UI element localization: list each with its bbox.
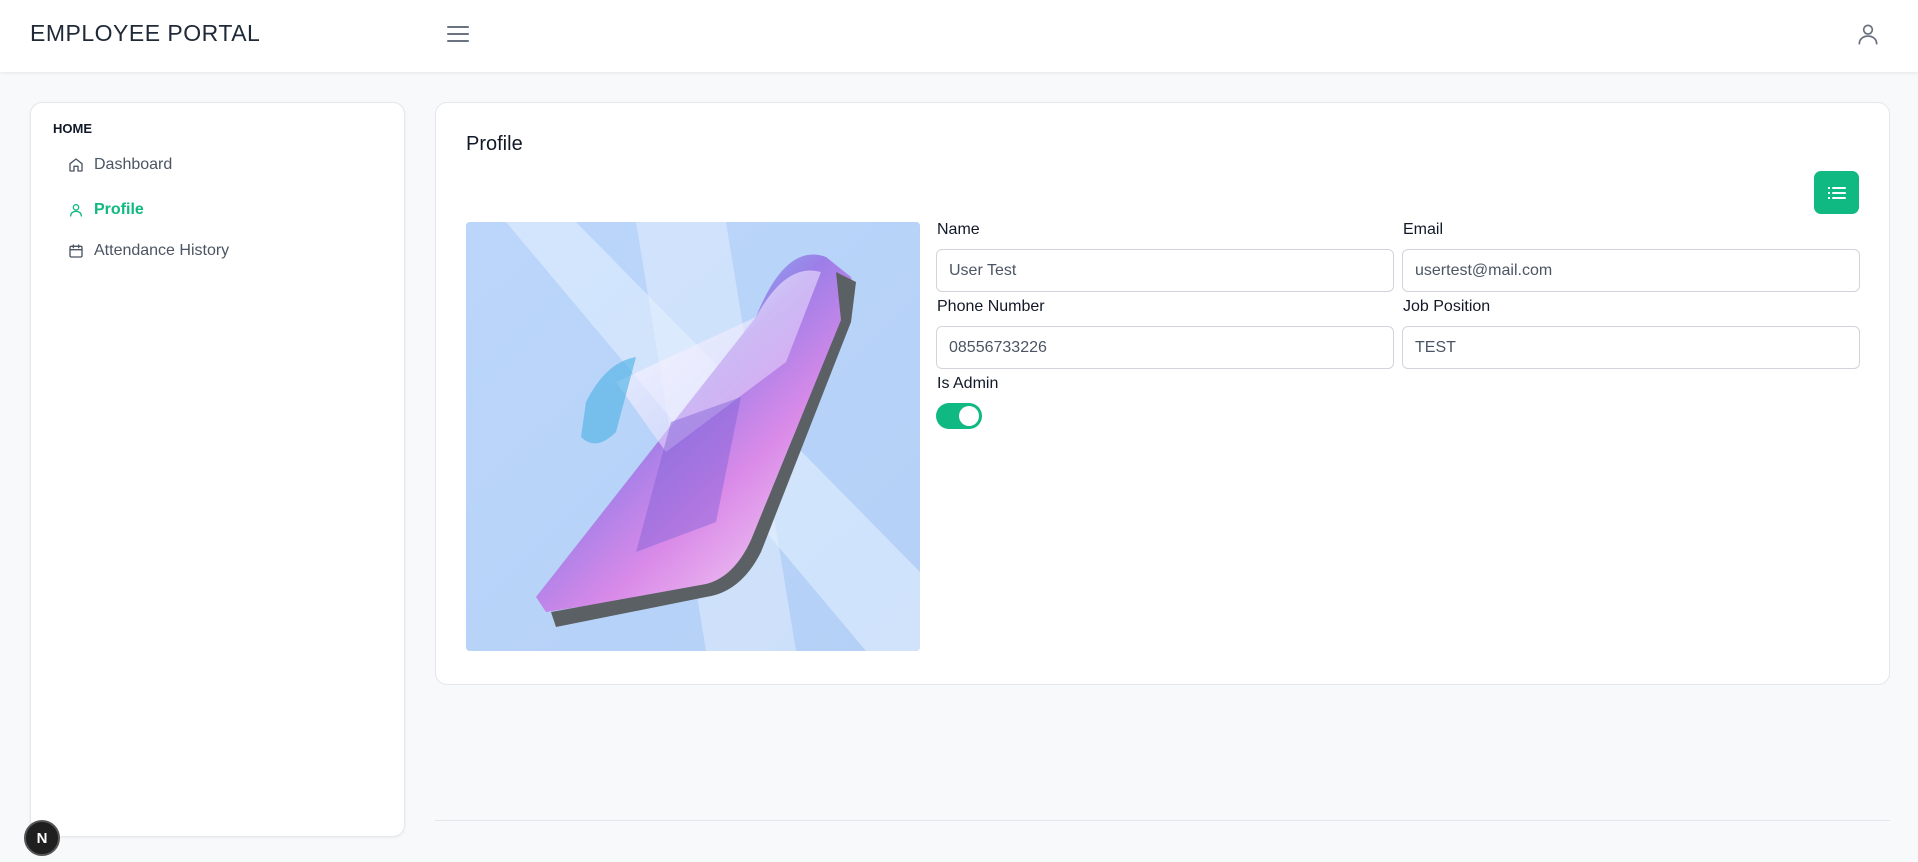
sidebar-item-attendance-history[interactable]: Attendance History xyxy=(68,236,229,266)
calendar-icon xyxy=(68,243,84,259)
toggle-knob xyxy=(959,406,979,426)
list-icon xyxy=(1827,186,1846,199)
user-icon xyxy=(1858,24,1878,45)
menu-toggle-button[interactable] xyxy=(442,20,474,48)
phone-label: Phone Number xyxy=(937,298,1045,315)
page-title: Profile xyxy=(466,133,523,155)
sidebar-section-home: HOME xyxy=(53,121,92,136)
profile-card: Profile Name User Test Email usertest@ma… xyxy=(435,102,1890,685)
name-field[interactable]: User Test xyxy=(936,249,1394,292)
hamburger-icon xyxy=(447,26,469,42)
sidebar: HOME Dashboard Profile Attendance Histor… xyxy=(30,102,405,837)
sidebar-item-label: Dashboard xyxy=(94,156,173,173)
profile-photo xyxy=(466,222,920,651)
job-position-field[interactable]: TEST xyxy=(1402,326,1860,369)
job-position-label: Job Position xyxy=(1403,298,1491,315)
sidebar-item-label: Profile xyxy=(94,201,144,218)
next-dev-badge[interactable]: N xyxy=(24,820,60,856)
user-menu-button[interactable] xyxy=(1852,18,1884,50)
is-admin-toggle[interactable] xyxy=(936,403,982,429)
home-icon xyxy=(68,157,84,173)
email-label: Email xyxy=(1403,221,1444,238)
sidebar-item-label: Attendance History xyxy=(94,242,230,259)
sidebar-item-dashboard[interactable]: Dashboard xyxy=(68,150,172,180)
app-title: EMPLOYEE PORTAL xyxy=(30,20,261,46)
top-bar: EMPLOYEE PORTAL xyxy=(0,0,1918,72)
user-icon xyxy=(68,202,84,218)
list-view-button[interactable] xyxy=(1814,171,1859,214)
footer-divider xyxy=(435,820,1890,821)
email-field[interactable]: usertest@mail.com xyxy=(1402,249,1860,292)
phone-field[interactable]: 08556733226 xyxy=(936,326,1394,369)
name-label: Name xyxy=(937,221,980,238)
is-admin-label: Is Admin xyxy=(937,375,999,392)
sidebar-item-profile[interactable]: Profile xyxy=(68,195,144,225)
